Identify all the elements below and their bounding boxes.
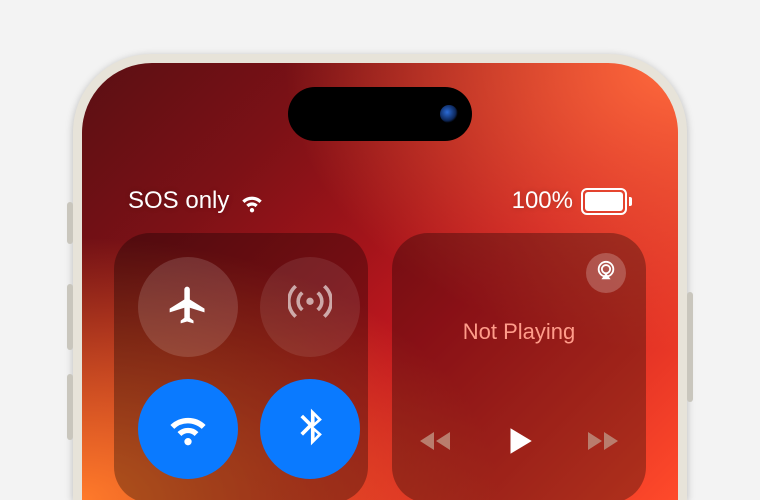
- airplane-icon: [166, 283, 210, 332]
- fast-forward-icon: [580, 443, 620, 458]
- connectivity-tile[interactable]: [114, 233, 368, 500]
- media-tile[interactable]: Not Playing: [392, 233, 646, 500]
- airplane-mode-toggle[interactable]: [138, 257, 238, 357]
- antenna-icon: [288, 283, 332, 332]
- battery-percent: 100%: [512, 187, 573, 215]
- play-button[interactable]: [502, 424, 536, 461]
- bluetooth-icon: [288, 405, 332, 454]
- phone-frame: SOS only 100%: [73, 54, 687, 500]
- status-bar: SOS only 100%: [82, 187, 678, 215]
- battery-icon: [581, 188, 632, 215]
- play-icon: [502, 446, 536, 461]
- wifi-toggle[interactable]: [138, 379, 238, 479]
- carrier-text: SOS only: [128, 187, 229, 215]
- dynamic-island[interactable]: [288, 87, 472, 141]
- wifi-icon: [239, 188, 265, 214]
- volume-up-button: [67, 284, 73, 350]
- action-button: [67, 202, 73, 244]
- airplay-icon: [595, 260, 617, 287]
- now-playing-label: Not Playing: [392, 319, 646, 345]
- rewind-button[interactable]: [418, 427, 458, 458]
- bluetooth-toggle[interactable]: [260, 379, 360, 479]
- rewind-icon: [418, 443, 458, 458]
- screen: SOS only 100%: [82, 63, 678, 500]
- fast-forward-button[interactable]: [580, 427, 620, 458]
- control-center: Not Playing: [114, 233, 646, 500]
- front-camera: [440, 105, 458, 123]
- media-controls: [392, 424, 646, 461]
- wifi-icon: [166, 405, 210, 454]
- volume-down-button: [67, 374, 73, 440]
- airplay-button[interactable]: [586, 253, 626, 293]
- cellular-data-toggle[interactable]: [260, 257, 360, 357]
- side-button: [687, 292, 693, 402]
